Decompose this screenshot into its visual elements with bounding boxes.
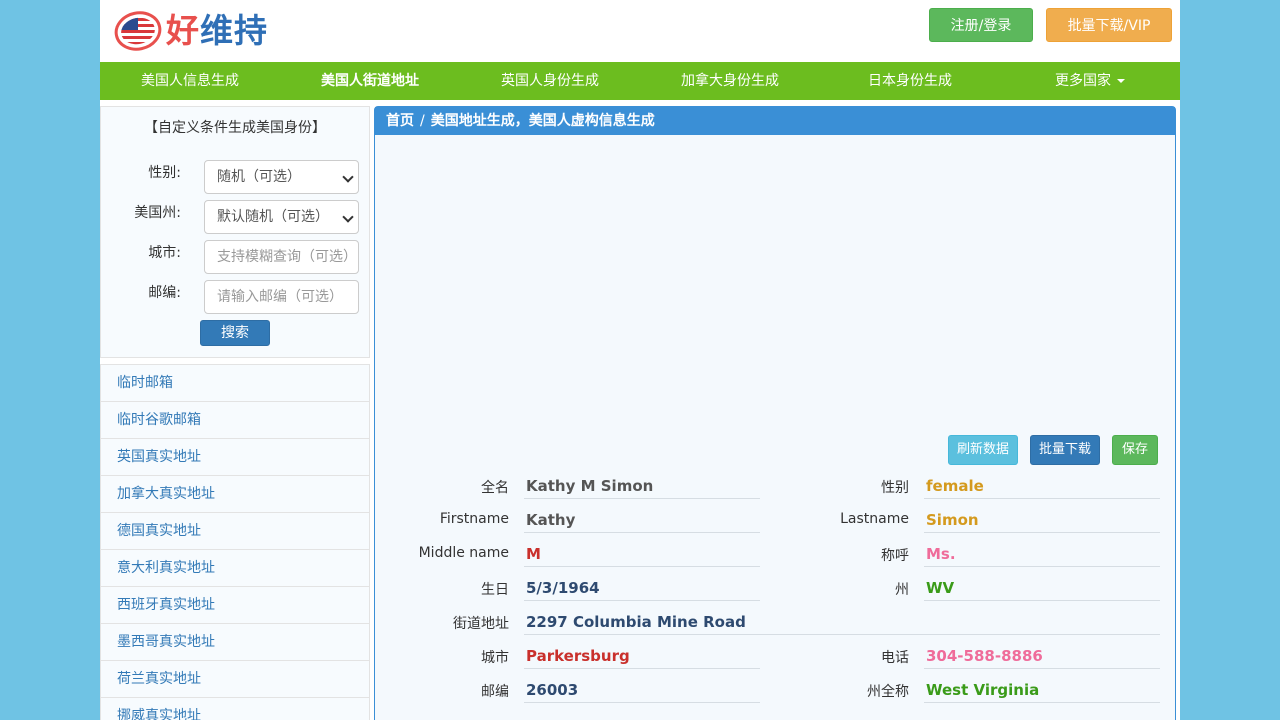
list-item[interactable]: 英国真实地址: [100, 439, 370, 476]
list-item[interactable]: 德国真实地址: [100, 513, 370, 550]
zip-field-label: 邮编: [481, 684, 509, 700]
city-field-label: 城市: [481, 650, 509, 666]
logo-text: 好维持: [166, 9, 268, 53]
batch-download-vip-button[interactable]: 批量下载/VIP: [1046, 8, 1172, 42]
gender-value: female: [924, 475, 1160, 499]
title-label: 称呼: [881, 548, 909, 564]
page: 好维持 注册/登录 批量下载/VIP 美国人信息生成 美国人街道地址 英国人身份…: [100, 0, 1180, 720]
firstname-label: Firstname: [439, 511, 509, 527]
list-item[interactable]: 临时谷歌邮箱: [100, 402, 370, 439]
gender-select-value: 随机（可选）: [217, 169, 301, 185]
street-value: 2297 Columbia Mine Road: [524, 611, 1160, 635]
chevron-down-icon: [342, 211, 354, 223]
gender-label: 性别:: [148, 165, 181, 181]
main-panel: 首页 / 美国地址生成，美国人虚构信息生成 刷新数据 批量下载 保存 全名 Kath…: [374, 106, 1176, 720]
lastname-label: Lastname: [840, 511, 909, 527]
breadcrumb-current: 美国地址生成，美国人虚构信息生成: [430, 113, 655, 129]
street-label: 街道地址: [453, 616, 509, 632]
search-panel-title: 【自定义条件生成美国身份】: [144, 120, 326, 136]
birthday-label: 生日: [481, 582, 509, 598]
breadcrumb-separator: /: [420, 113, 425, 129]
fullname-value: Kathy M Simon: [524, 475, 760, 499]
nav-item-uk-identity[interactable]: 英国人身份生成: [460, 62, 640, 100]
logo-text-part1: 好: [166, 11, 200, 50]
fullname-label: 全名: [481, 480, 509, 496]
main-nav: 美国人信息生成 美国人街道地址 英国人身份生成 加拿大身份生成 日本身份生成 更…: [100, 62, 1180, 100]
middlename-label: Middle name: [418, 545, 509, 561]
search-button[interactable]: 搜索: [200, 320, 270, 346]
list-item[interactable]: 墨西哥真实地址: [100, 624, 370, 661]
state-field-label: 州: [895, 582, 909, 598]
state-select-value: 默认随机（可选）: [217, 209, 329, 225]
list-item[interactable]: 加拿大真实地址: [100, 476, 370, 513]
gender-select[interactable]: 随机（可选）: [204, 160, 359, 194]
nav-item-japan-identity[interactable]: 日本身份生成: [820, 62, 1000, 100]
city-value: Parkersburg: [524, 645, 760, 669]
custom-search-panel: 【自定义条件生成美国身份】 性别: 随机（可选） 美国州: 默认随机（可选） 城…: [100, 106, 370, 358]
state-label: 美国州:: [134, 205, 181, 221]
chevron-down-icon: [342, 171, 354, 183]
sidebar: 【自定义条件生成美国身份】 性别: 随机（可选） 美国州: 默认随机（可选） 城…: [100, 106, 370, 720]
breadcrumb-home-link[interactable]: 首页: [386, 113, 414, 129]
city-label: 城市:: [148, 245, 181, 261]
us-flag-icon: [114, 9, 162, 53]
link-list: 临时邮箱 临时谷歌邮箱 英国真实地址 加拿大真实地址 德国真实地址 意大利真实地…: [100, 364, 370, 720]
list-item[interactable]: 意大利真实地址: [100, 550, 370, 587]
title-value: Ms.: [924, 543, 1160, 567]
list-item[interactable]: 临时邮箱: [100, 365, 370, 402]
city-input[interactable]: 支持模糊查询（可选）: [204, 240, 359, 274]
birthday-value: 5/3/1964: [524, 577, 760, 601]
lastname-value: Simon: [924, 509, 1160, 533]
phone-value: 304-588-8886: [924, 645, 1160, 669]
nav-item-more-label: 更多国家: [1055, 73, 1111, 89]
header: 好维持 注册/登录 批量下载/VIP: [100, 0, 1180, 62]
state-full-label: 州全称: [867, 684, 909, 700]
nav-item-us-street-address[interactable]: 美国人街道地址: [280, 62, 460, 100]
nav-item-canada-identity[interactable]: 加拿大身份生成: [640, 62, 820, 100]
nav-item-us-info[interactable]: 美国人信息生成: [100, 62, 280, 100]
state-value: WV: [924, 577, 1160, 601]
zip-label: 邮编:: [148, 285, 181, 301]
register-login-button[interactable]: 注册/登录: [929, 8, 1033, 42]
site-logo[interactable]: 好维持: [114, 9, 268, 53]
list-item[interactable]: 荷兰真实地址: [100, 661, 370, 698]
caret-down-icon: [1117, 79, 1125, 83]
refresh-data-button[interactable]: 刷新数据: [948, 435, 1018, 465]
logo-text-part2: 维持: [200, 11, 268, 50]
phone-label: 电话: [881, 650, 909, 666]
state-full-value: West Virginia: [924, 679, 1160, 703]
list-item[interactable]: 西班牙真实地址: [100, 587, 370, 624]
batch-download-button[interactable]: 批量下载: [1030, 435, 1100, 465]
breadcrumb: 首页 / 美国地址生成，美国人虚构信息生成: [375, 107, 1175, 135]
middlename-value: M: [524, 543, 760, 567]
state-select[interactable]: 默认随机（可选）: [204, 200, 359, 234]
nav-item-more-countries[interactable]: 更多国家: [1000, 62, 1180, 100]
zip-input[interactable]: 请输入邮编（可选）: [204, 280, 359, 314]
firstname-value: Kathy: [524, 509, 760, 533]
save-button[interactable]: 保存: [1112, 435, 1158, 465]
gender-field-label: 性别: [881, 480, 909, 496]
list-item[interactable]: 挪威真实地址: [100, 698, 370, 720]
zip-value: 26003: [524, 679, 760, 703]
